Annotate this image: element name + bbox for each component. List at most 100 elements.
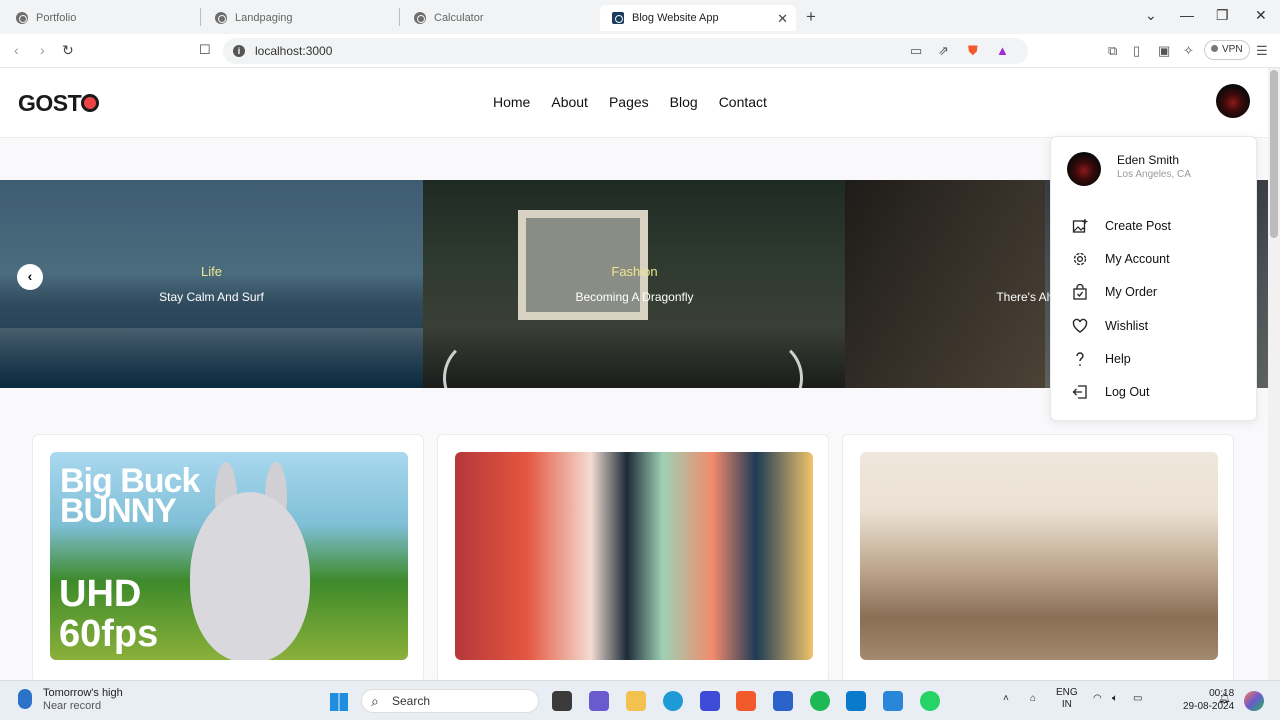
menu-label: Log Out (1105, 385, 1150, 399)
post-image-abstract[interactable] (455, 452, 813, 660)
share-icon[interactable]: ⇗ (938, 43, 949, 59)
task-view-icon[interactable] (552, 691, 572, 711)
minimize-icon[interactable]: — (1180, 7, 1194, 23)
photos-icon[interactable] (883, 691, 903, 711)
back-icon[interactable]: ‹ (14, 42, 19, 58)
slide-life[interactable]: Life Stay Calm And Surf (0, 180, 423, 388)
brave-icon[interactable] (736, 691, 756, 711)
nav-contact[interactable]: Contact (719, 94, 767, 110)
whatsapp-icon[interactable] (920, 691, 940, 711)
maximize-icon[interactable]: ❐ (1216, 7, 1229, 24)
menu-log-out[interactable]: Log Out (1071, 381, 1251, 403)
post-image-big-buck-bunny[interactable]: Big Buck BUNNY UHD 60fps (50, 452, 408, 660)
bookmark-icon[interactable]: ☐ (199, 42, 211, 58)
url-text: localhost:3000 (255, 44, 333, 58)
taskbar-search[interactable]: Search (361, 689, 539, 713)
react-icon (612, 12, 624, 24)
weather-widget[interactable]: Tomorrow's high Near record (18, 687, 123, 713)
language-indicator[interactable]: ENG IN (1056, 687, 1078, 711)
question-icon (1071, 350, 1089, 368)
vscode-icon[interactable] (846, 691, 866, 711)
gear-icon (1071, 250, 1089, 268)
nav-about[interactable]: About (551, 94, 588, 110)
nav-pages[interactable]: Pages (609, 94, 649, 110)
tab-label: Landpaging (235, 12, 293, 24)
app-icon[interactable] (700, 691, 720, 711)
notification-bell-icon[interactable]: 🔔︎ (1218, 693, 1231, 705)
tab-separator (200, 8, 201, 26)
edge-icon[interactable] (663, 691, 683, 711)
close-window-icon[interactable]: ✕ (1255, 7, 1267, 24)
menu-label: Help (1105, 352, 1131, 366)
brave-rewards-icon[interactable]: ▲ (996, 43, 1009, 58)
post-card[interactable] (437, 434, 829, 684)
menu-icon[interactable]: ☰ (1256, 43, 1268, 59)
spotify-icon[interactable] (810, 691, 830, 711)
chevron-up-icon[interactable]: ˄ (1003, 693, 1009, 705)
nav-blog[interactable]: Blog (670, 94, 698, 110)
weather-title: Tomorrow's high (43, 687, 123, 699)
post-card[interactable]: Big Buck BUNNY UHD 60fps (32, 434, 424, 684)
windows-start-icon[interactable] (330, 693, 348, 711)
menu-label: Create Post (1105, 219, 1172, 233)
tab-landpaging[interactable]: Landpaging (203, 5, 399, 31)
network-icon[interactable]: ⌂ (1030, 693, 1036, 705)
store-icon[interactable] (773, 691, 793, 711)
volume-icon[interactable]: 🔈︎ (1112, 693, 1118, 705)
extensions-icon[interactable]: ⧉ (1108, 43, 1117, 59)
menu-create-post[interactable]: Create Post (1071, 215, 1251, 237)
post-card[interactable] (842, 434, 1234, 684)
nav-home[interactable]: Home (493, 94, 530, 110)
chat-icon[interactable] (589, 691, 609, 711)
battery-icon[interactable]: ▭ (1133, 693, 1142, 705)
forward-icon[interactable]: › (40, 42, 45, 58)
address-bar[interactable]: i localhost:3000 (223, 38, 1028, 64)
thermometer-icon (18, 689, 32, 709)
post-image-city[interactable] (860, 452, 1218, 660)
menu-label: Wishlist (1105, 319, 1149, 333)
bunny-uhd-label: UHD 60fps (59, 573, 159, 655)
windows-taskbar: Tomorrow's high Near record Search ˄ ⌂ E… (0, 680, 1280, 720)
tab-search-icon[interactable]: ⌄ (1145, 7, 1157, 24)
menu-label: My Account (1105, 252, 1170, 266)
close-tab-icon[interactable]: ✕ (777, 11, 788, 27)
scrollbar-thumb[interactable] (1270, 70, 1278, 238)
menu-my-account[interactable]: My Account (1071, 248, 1251, 270)
tab-blog-website-app[interactable]: Blog Website App ✕ (600, 5, 796, 31)
bicycle-image (443, 338, 803, 388)
tab-label: Portfolio (36, 12, 77, 24)
slide-title: Becoming A Dragonfly (575, 290, 694, 304)
slider-prev-button[interactable]: ‹ (17, 264, 43, 290)
new-tab-button[interactable]: + (806, 7, 816, 27)
sidebar-icon[interactable]: ▯ (1133, 43, 1140, 59)
image-add-icon (1071, 217, 1089, 235)
globe-icon (16, 12, 28, 24)
menu-wishlist[interactable]: Wishlist (1071, 315, 1251, 337)
site-info-icon[interactable]: i (233, 45, 245, 57)
region-code: IN (1061, 699, 1072, 710)
user-avatar[interactable] (1216, 84, 1250, 118)
language-code: ENG (1056, 687, 1078, 698)
reload-icon[interactable]: ↻ (62, 42, 74, 59)
wifi-icon[interactable]: ◠ (1093, 693, 1102, 705)
page-scrollbar[interactable] (1268, 68, 1280, 680)
leo-ai-icon[interactable]: ✧ (1183, 43, 1194, 59)
tab-calculator[interactable]: Calculator (402, 5, 598, 31)
cast-icon[interactable]: ▭ (910, 43, 922, 59)
brave-shield-icon[interactable]: ⛊ (968, 43, 978, 59)
file-explorer-icon[interactable] (626, 691, 646, 711)
site-logo[interactable]: GOST (18, 90, 100, 117)
user-location: Los Angeles, CA (1117, 169, 1191, 180)
menu-my-order[interactable]: My Order (1071, 281, 1251, 303)
wallet-icon[interactable]: ▣ (1158, 43, 1170, 59)
weather-subtitle: Near record (43, 700, 102, 712)
tab-portfolio[interactable]: Portfolio (4, 5, 200, 31)
slide-category: Fashion (611, 264, 658, 279)
browser-tab-bar: Portfolio Landpaging Calculator Blog Web… (0, 0, 1280, 34)
slide-fashion[interactable]: Fashion Becoming A Dragonfly (423, 180, 846, 388)
menu-label: My Order (1105, 285, 1158, 299)
vpn-button[interactable]: VPN (1204, 40, 1250, 60)
slide-category: Life (201, 264, 222, 279)
menu-help[interactable]: Help (1071, 348, 1251, 370)
copilot-icon[interactable] (1244, 691, 1264, 711)
